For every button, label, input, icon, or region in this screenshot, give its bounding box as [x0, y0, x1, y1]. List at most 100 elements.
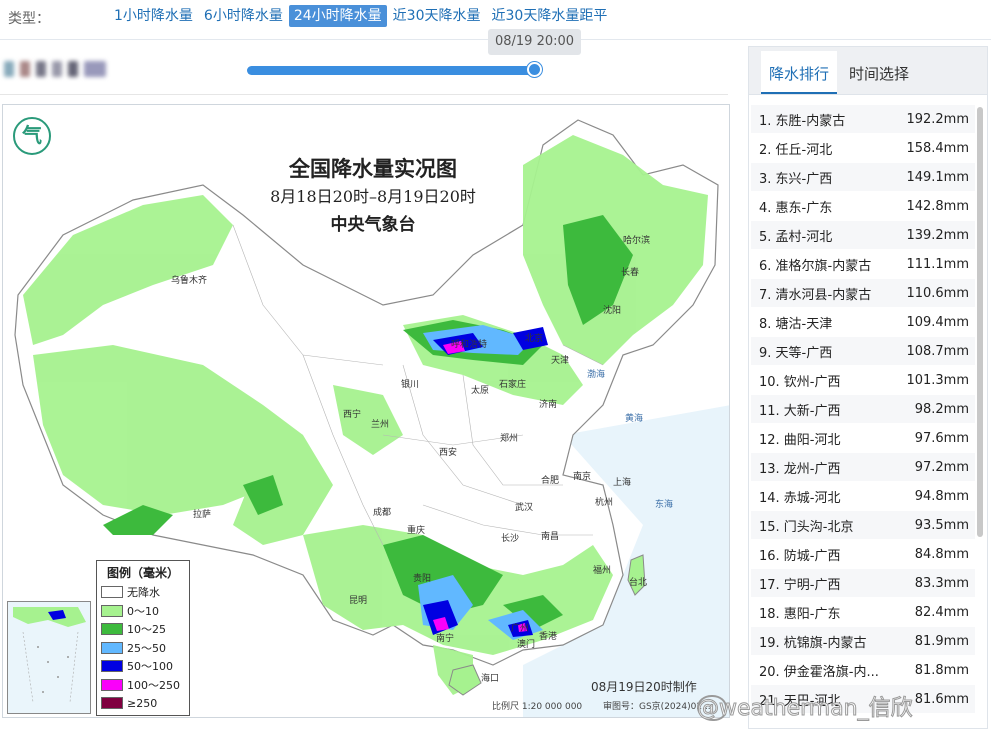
city-label: 长春 [621, 268, 640, 278]
legend-item: 50～100 [97, 657, 189, 676]
rain-value: 149.1mm [906, 169, 969, 185]
city-label: 台北 [629, 578, 648, 588]
time-slider-track[interactable] [247, 66, 536, 75]
watermark-text: @weatherman_信欣 [697, 696, 914, 722]
city-label: 乌鲁木齐 [171, 276, 208, 286]
city-label: 福州 [593, 566, 612, 576]
ranking-row[interactable]: 2. 任丘-河北 158.4mm [751, 134, 975, 163]
time-tooltip: 08/19 20:00 [488, 29, 581, 55]
ranking-row[interactable]: 7. 清水河县-内蒙古 110.6mm [751, 279, 975, 308]
map-scale: 比例尺 1:20 000 000 [492, 702, 583, 712]
legend-item: 0～10 [97, 602, 189, 621]
ranking-row[interactable]: 8. 塘沽-天津 109.4mm [751, 308, 975, 337]
timeline-bar: 08/19 20:00 [0, 29, 745, 94]
city-label: 武汉 [515, 503, 534, 513]
ranking-row[interactable]: 16. 防城-广西 84.8mm [751, 540, 975, 569]
ranking-row[interactable]: 12. 曲阳-河北 97.6mm [751, 424, 975, 453]
station-name: 12. 曲阳-河北 [759, 432, 841, 448]
ranking-row[interactable]: 6. 准格尔旗-内蒙古 111.1mm [751, 250, 975, 279]
ranking-row[interactable]: 11. 大新-广西 98.2mm [751, 395, 975, 424]
city-label: 长沙 [501, 534, 520, 544]
city-label: 呼和浩特 [451, 340, 488, 350]
rain-value: 192.2mm [906, 111, 969, 127]
map-review-number: 审图号：GS京(2024)02... [603, 702, 711, 712]
station-name: 15. 门头沟-北京 [759, 519, 854, 535]
station-name: 5. 孟村-河北 [759, 229, 833, 245]
ranking-row[interactable]: 17. 宁明-广西 83.3mm [751, 569, 975, 598]
sea-label: 黄海 [625, 414, 644, 424]
city-label: 沈阳 [603, 306, 622, 316]
divider [0, 94, 728, 95]
station-name: 11. 大新-广西 [759, 403, 841, 419]
rain-value: 158.4mm [906, 140, 969, 156]
legend-label: 25～50 [127, 641, 166, 655]
station-name: 8. 塘沽-天津 [759, 316, 833, 332]
city-label: 天津 [551, 356, 570, 366]
rain-value: 97.6mm [914, 430, 969, 446]
rain-value: 142.8mm [906, 198, 969, 214]
ranking-row[interactable]: 13. 龙州-广西 97.2mm [751, 453, 975, 482]
station-name: 2. 任丘-河北 [759, 142, 833, 158]
legend-title: 图例（毫米） [106, 566, 179, 580]
ranking-row[interactable]: 3. 东兴-广西 149.1mm [751, 163, 975, 192]
city-label: 兰州 [371, 420, 390, 430]
rain-value: 83.3mm [914, 575, 969, 591]
city-label: 拉萨 [193, 510, 212, 520]
rain-value: 109.4mm [906, 314, 969, 330]
city-label: 上海 [613, 478, 632, 488]
legend-label: 无降水 [127, 586, 160, 600]
ranking-row[interactable]: 15. 门头沟-北京 93.5mm [751, 511, 975, 540]
station-name: 13. 龙州-广西 [759, 461, 841, 477]
tab-ranking[interactable]: 降水排行 [761, 51, 838, 94]
city-label: 海口 [481, 674, 500, 684]
legend-label: 10～25 [127, 623, 166, 637]
precipitation-map: 气 全国降水量实况图 8月18日20时–8月19日20时 中央气象台 乌鲁木齐 … [2, 104, 730, 718]
type-tab-30d[interactable]: 近30天降水量 [388, 5, 486, 27]
type-tab-24h[interactable]: 24小时降水量 [288, 5, 387, 27]
city-label: 杭州 [595, 498, 614, 508]
station-name: 18. 惠阳-广东 [759, 606, 841, 622]
ranking-row[interactable]: 14. 赤城-河北 94.8mm [751, 482, 975, 511]
ranking-row[interactable]: 18. 惠阳-广东 82.4mm [751, 598, 975, 627]
map-issuer: 中央气象台 [330, 215, 416, 235]
ranking-row[interactable]: 19. 杭锦旗-内蒙古 81.9mm [751, 627, 975, 656]
city-label: 合肥 [541, 476, 560, 486]
city-label: 哈尔滨 [623, 236, 651, 246]
station-name: 19. 杭锦旗-内蒙古 [759, 635, 867, 651]
type-tab-1h[interactable]: 1小时降水量 [109, 5, 198, 27]
ranking-tabs: 降水排行 时间选择 [749, 47, 987, 95]
rain-value: 81.6mm [914, 691, 969, 707]
ranking-row[interactable]: 1. 东胜-内蒙古 192.2mm [751, 105, 975, 134]
rain-value: 81.9mm [914, 633, 969, 649]
rain-value: 97.2mm [914, 459, 969, 475]
ranking-row[interactable]: 5. 孟村-河北 139.2mm [751, 221, 975, 250]
city-label: 郑州 [500, 434, 519, 444]
type-tab-30d-anomaly[interactable]: 近30天降水量距平 [487, 5, 613, 27]
ranking-row[interactable]: 4. 惠东-广东 142.8mm [751, 192, 975, 221]
ranking-row[interactable]: 9. 天等-广西 108.7mm [751, 337, 975, 366]
city-label: 北京 [525, 334, 544, 344]
city-label: 广州 [511, 624, 530, 634]
map-legend: 图例（毫米） 无降水 0～10 10～25 25～50 50～100 100～2… [96, 560, 190, 716]
blurred-color-legend [4, 58, 168, 80]
type-tab-6h[interactable]: 6小时降水量 [199, 5, 288, 27]
ranking-row[interactable]: 10. 钦州-广西 101.3mm [751, 366, 975, 395]
station-name: 20. 伊金霍洛旗-内... [759, 664, 879, 680]
rain-value: 82.4mm [914, 604, 969, 620]
rain-value: 110.6mm [906, 285, 969, 301]
legend-label: 50～100 [127, 660, 173, 674]
station-name: 7. 清水河县-内蒙古 [759, 287, 872, 303]
city-label: 西宁 [343, 410, 362, 420]
station-name: 3. 东兴-广西 [759, 171, 833, 187]
type-tabs: 1小时降水量 6小时降水量 24小时降水量 近30天降水量 近30天降水量距平 [109, 5, 613, 27]
sea-label: 渤海 [587, 370, 606, 380]
ranking-scrollbar[interactable] [977, 107, 983, 537]
tab-time-select[interactable]: 时间选择 [841, 63, 917, 94]
rain-value: 139.2mm [906, 227, 969, 243]
legend-item: 25～50 [97, 639, 189, 658]
time-slider-handle[interactable] [527, 62, 542, 77]
city-label: 香港 [539, 632, 558, 642]
legend-item: 10～25 [97, 620, 189, 639]
city-label: 昆明 [349, 596, 368, 606]
ranking-row[interactable]: 20. 伊金霍洛旗-内... 81.8mm [751, 656, 975, 685]
